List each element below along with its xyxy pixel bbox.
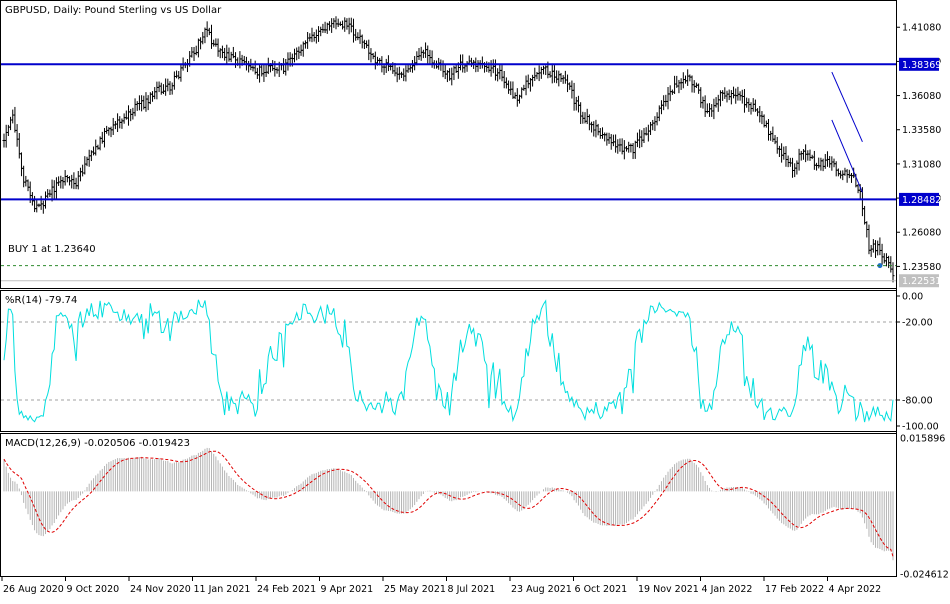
macd-axis-label: 0.015896 bbox=[900, 434, 945, 445]
wpr-axis-label: -20.00 bbox=[902, 318, 933, 329]
time-axis-label: 9 Apr 2021 bbox=[321, 584, 374, 595]
wpr-axis-label: 0.00 bbox=[902, 292, 923, 303]
price-axis-label: 1.31080 bbox=[902, 159, 941, 170]
price-bars-layer bbox=[2, 16, 895, 283]
time-axis-label: 9 Oct 2020 bbox=[67, 584, 120, 595]
time-axis-label: 24 Nov 2020 bbox=[130, 584, 191, 595]
time-axis-label: 4 Apr 2022 bbox=[829, 584, 882, 595]
support-price-label: 1.28482 bbox=[902, 195, 941, 206]
wpr-panel-title: %R(14) -79.74 bbox=[5, 295, 77, 306]
wpr-axis-label: -100.00 bbox=[902, 422, 939, 433]
buy-order-label[interactable]: BUY 1 at 1.23640 bbox=[8, 244, 96, 255]
macd-panel-title: MACD(12,26,9) -0.020506 -0.019423 bbox=[5, 438, 190, 449]
current-price-label: 1.22531 bbox=[902, 276, 941, 287]
wpr-panel-frame bbox=[0, 290, 897, 432]
price-panel-frame bbox=[0, 0, 897, 289]
macd-axis-label: -0.024612 bbox=[900, 570, 949, 581]
price-axis-label: 1.41080 bbox=[902, 23, 941, 34]
time-axis-label: 24 Feb 2021 bbox=[257, 584, 316, 595]
time-axis-label: 17 Feb 2022 bbox=[765, 584, 824, 595]
time-axis-label: 25 May 2021 bbox=[384, 584, 446, 595]
time-axis-label: 6 Oct 2021 bbox=[575, 584, 628, 595]
wpr-layer bbox=[1, 299, 896, 423]
wpr-line bbox=[3, 299, 894, 423]
resistance-price-label: 1.38369 bbox=[902, 60, 941, 71]
wpr-axis-label: -80.00 bbox=[902, 396, 933, 407]
price-axis-label: 1.33580 bbox=[902, 125, 941, 136]
trading-chart[interactable]: 1.410801.385801.360801.335801.310801.285… bbox=[0, 0, 950, 600]
price-overlays-layer bbox=[831, 71, 883, 269]
time-axis-label: 19 Nov 2021 bbox=[638, 584, 699, 595]
time-axis-label: 26 Aug 2020 bbox=[3, 584, 64, 595]
time-axis-label: 11 Jan 2021 bbox=[194, 584, 251, 595]
price-axis-label: 1.36080 bbox=[902, 91, 941, 102]
price-axis-label: 1.23580 bbox=[902, 262, 941, 273]
price-axis-label: 1.26080 bbox=[902, 228, 941, 239]
time-axis-label: 8 Jul 2021 bbox=[448, 584, 496, 595]
time-axis-label: 4 Jan 2022 bbox=[702, 584, 753, 595]
time-axis-label: 23 Aug 2021 bbox=[511, 584, 572, 595]
price-chart-title: GBPUSD, Daily: Pound Sterling vs US Doll… bbox=[5, 5, 222, 16]
macd-panel-frame bbox=[0, 433, 897, 577]
macd-layer bbox=[3, 447, 894, 561]
